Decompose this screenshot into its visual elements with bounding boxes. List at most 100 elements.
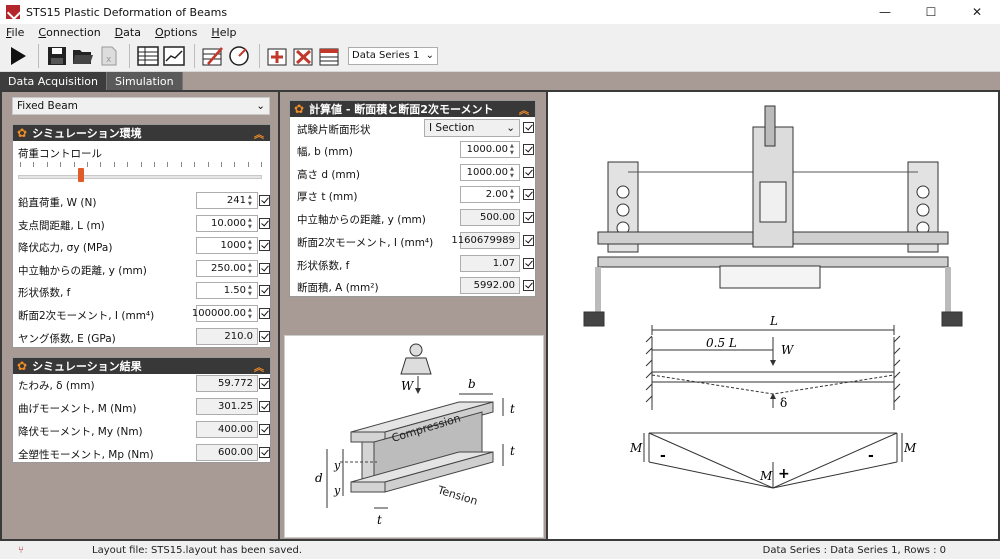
slider-tick [194,162,196,167]
add-row-button[interactable] [266,44,290,68]
field-value: 10.000 [211,217,246,229]
section-diagram: W Compression Tension b t t d y y t [284,335,544,538]
field-label: 曲げモーメント, M (Nm) [18,403,137,415]
field-checkbox[interactable] [259,285,270,297]
maximize-button[interactable]: ☐ [908,0,954,24]
field-checkbox[interactable] [259,330,270,342]
gauge-icon [229,45,249,66]
numeric-input[interactable]: 1000.00 ▲ ▼ [460,163,520,181]
numeric-input[interactable]: 250.00 ▲ ▼ [196,259,258,277]
field-checkbox[interactable] [259,308,270,319]
delete-row-icon [293,48,313,65]
gauge-button[interactable] [227,44,251,68]
field-checkbox[interactable] [259,195,270,206]
field-checkbox[interactable] [523,189,534,201]
graph-view-button[interactable] [162,44,186,68]
field-label: 形状係数, f [18,287,71,300]
field-checkbox[interactable] [523,280,534,292]
numeric-input[interactable]: 1000.00 ▲ ▼ [460,141,520,158]
load-control-thumb[interactable] [78,168,85,182]
spin-arrows-icon[interactable]: ▲ ▼ [248,194,256,207]
tension-label: Tension [435,483,479,508]
spin-arrows-icon[interactable]: ▲ ▼ [510,166,518,179]
collapse-icon[interactable]: ︽ [254,126,264,141]
collapse-icon[interactable]: ︽ [254,359,264,374]
field-checkbox[interactable] [259,217,270,229]
play-icon [11,46,26,65]
menu-connection[interactable]: Connection [38,26,100,39]
chevron-down-icon: ⌄ [256,100,265,112]
moment-minus-left: - [660,448,666,464]
slider-tick [127,162,129,167]
numeric-input[interactable]: 1000 ▲ ▼ [196,237,258,255]
numeric-input[interactable]: 241 ▲ ▼ [196,192,258,209]
spin-arrows-icon[interactable]: ▲ ▼ [248,262,256,275]
close-file-button[interactable]: x [97,44,121,68]
slider-tick [46,162,48,167]
spin-arrows-icon[interactable]: ▲ ▼ [510,143,518,156]
spin-arrows-icon[interactable]: ▲ ▼ [248,284,256,297]
numeric-input[interactable]: 10.000 ▲ ▼ [196,214,258,232]
sim-env-title: シミュレーション環境 [32,127,142,140]
numeric-input[interactable]: 1.50 ▲ ▼ [196,282,258,300]
readonly-value: 600.00 [196,444,258,461]
field-checkbox[interactable] [259,424,270,435]
window-title: STS15 Plastic Deformation of Beams [26,5,228,19]
field-value: 5992.00 [473,280,515,292]
tab-data-acquisition[interactable]: Data Acquisition [0,72,108,90]
table-view-button[interactable] [136,44,160,68]
delete-row-button[interactable] [292,44,316,68]
dim-t-bottom-label: t [377,513,382,527]
beam-type-select[interactable]: Fixed Beam ⌄ [12,97,270,115]
field-label: 支点間距離, L (m) [18,219,105,232]
close-button[interactable]: ✕ [954,0,1000,24]
section-shape-label: 試験片断面形状 [297,124,371,136]
field-checkbox[interactable] [523,234,534,246]
open-button[interactable] [71,44,95,68]
menu-options[interactable]: Options [155,26,197,39]
field-checkbox[interactable] [259,240,270,252]
slider-tick [87,162,88,167]
field-checkbox[interactable] [259,262,270,274]
numeric-input[interactable]: 2.00 ▲ ▼ [460,186,520,204]
field-checkbox[interactable] [523,144,534,155]
menu-help[interactable]: Help [211,26,236,39]
field-checkbox[interactable] [259,401,270,412]
slider-tick [221,162,222,167]
table-edit-icon [202,46,223,65]
spin-arrows-icon[interactable]: ▲ ▼ [248,217,256,230]
field-label: 降伏モーメント, My (Nm) [18,426,143,438]
load-control-slider[interactable] [18,175,262,179]
dim-b-label: b [468,377,476,391]
run-button[interactable] [6,44,30,68]
field-checkbox[interactable] [259,378,270,389]
menu-file[interactable]: File [6,26,24,39]
field-value: 210.0 [224,330,253,342]
spin-arrows-icon[interactable]: ▲ ▼ [248,307,256,320]
numeric-input[interactable]: 100000.00 ▲ ▼ [192,305,258,322]
save-button[interactable] [45,44,69,68]
section-shape-select[interactable]: I Section ⌄ [424,119,520,137]
svg-text:x: x [106,55,112,65]
field-value: 250.00 [211,262,246,274]
menu-data[interactable]: Data [115,26,141,39]
status-data-series: Data Series : Data Series 1, Rows : 0 [762,544,946,556]
field-checkbox[interactable] [523,212,534,224]
field-value: 500.00 [480,212,515,224]
clear-table-button[interactable] [318,44,342,68]
slider-tick [100,162,102,167]
field-checkbox[interactable] [523,166,534,178]
section-shape-checkbox[interactable] [523,122,534,133]
weight-icon [400,343,432,375]
minimize-button[interactable]: — [862,0,908,24]
spin-arrows-icon[interactable]: ▲ ▼ [248,239,256,252]
field-value: 1160679989 [451,234,515,246]
collapse-icon[interactable]: ︽ [519,102,529,117]
spin-arrows-icon[interactable]: ▲ ▼ [510,188,518,201]
edit-table-button[interactable] [201,44,225,68]
tab-simulation[interactable]: Simulation [107,72,183,90]
slider-tick [261,162,263,167]
field-checkbox[interactable] [523,257,534,269]
field-checkbox[interactable] [259,447,270,458]
data-series-select[interactable]: Data Series 1 ⌄ [348,46,438,65]
